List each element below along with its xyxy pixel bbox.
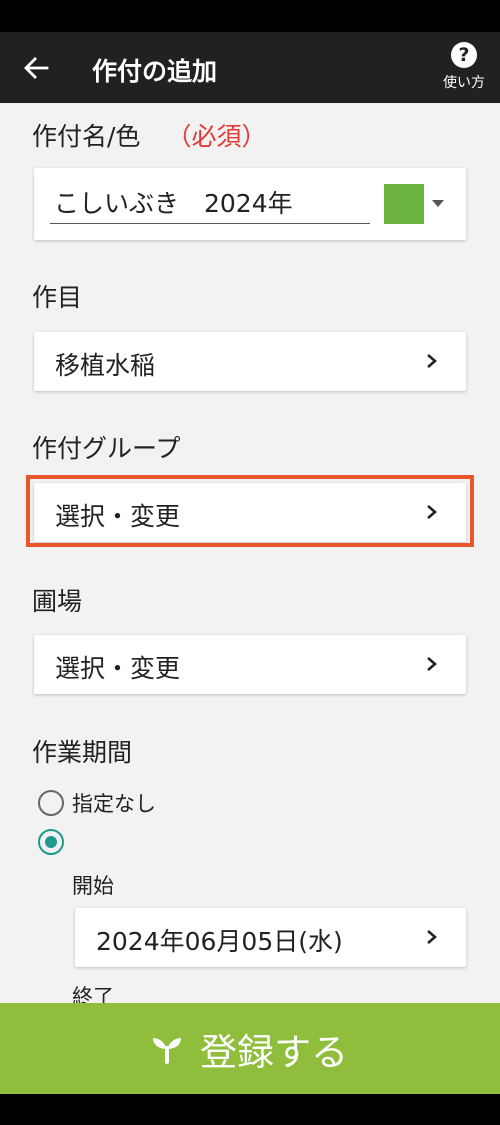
help-label: 使い方: [443, 75, 485, 91]
question-circle-icon: ?: [451, 42, 477, 68]
crop-type-value: 移植水稲: [55, 351, 156, 380]
crop-group-value: 選択・変更: [55, 502, 181, 531]
caret-down-icon[interactable]: [432, 200, 444, 207]
back-button[interactable]: [14, 48, 58, 88]
arrow-left-icon: [24, 57, 49, 79]
field-selector[interactable]: 選択・変更: [34, 635, 466, 694]
end-date-label: 終了: [72, 985, 114, 1003]
crop-group-selector[interactable]: 選択・変更: [34, 483, 466, 542]
crop-name-label: 作付名/色 （必須）: [32, 122, 267, 151]
chevron-right-icon: [427, 354, 437, 368]
start-date-value: 2024年06月05日(水): [96, 927, 343, 956]
required-marker: （必須）: [166, 122, 267, 151]
start-date-selector[interactable]: 2024年06月05日(水): [75, 908, 466, 967]
work-period-label: 作業期間: [32, 738, 133, 767]
chevron-right-icon: [427, 657, 437, 671]
app-bar: 作付の追加 ? 使い方: [0, 32, 500, 103]
crop-name-card: [34, 168, 466, 240]
radio-specified-period[interactable]: [38, 829, 64, 855]
crop-type-label: 作目: [32, 283, 83, 312]
navigation-bar: [0, 1094, 500, 1125]
status-bar: [0, 0, 500, 32]
register-label: 登録する: [200, 1030, 348, 1074]
radio-no-period-label: 指定なし: [72, 792, 156, 816]
help-button[interactable]: ? 使い方: [438, 42, 490, 98]
crop-type-selector[interactable]: 移植水稲: [34, 332, 466, 391]
field-label: 圃場: [32, 587, 83, 616]
page-title: 作付の追加: [92, 57, 218, 86]
color-swatch[interactable]: [384, 184, 424, 224]
chevron-right-icon: [427, 505, 437, 519]
register-button[interactable]: 登録する: [0, 1003, 500, 1094]
crop-name-input[interactable]: [50, 180, 370, 224]
sprout-icon: [153, 1037, 181, 1064]
form-content: 作付名/色（必須） 作目 移植水稲 作付グループ 選択・変更 圃場 選択・変更 …: [0, 103, 500, 1003]
start-date-label: 開始: [72, 874, 114, 898]
field-value: 選択・変更: [55, 654, 181, 683]
radio-no-period[interactable]: [38, 790, 64, 816]
chevron-right-icon: [427, 930, 437, 944]
crop-group-label: 作付グループ: [32, 434, 181, 463]
